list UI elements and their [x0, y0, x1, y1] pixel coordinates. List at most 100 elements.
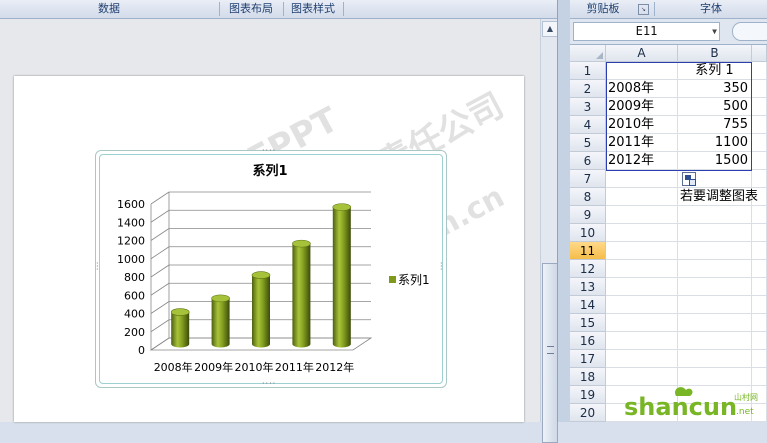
cell-a6[interactable]: 2012年	[606, 152, 678, 170]
formula-function-button[interactable]	[732, 22, 767, 41]
cell-b9[interactable]	[678, 206, 752, 224]
chevron-down-icon[interactable]: ▼	[712, 23, 717, 40]
cell-c13[interactable]	[752, 278, 767, 296]
cell-c10[interactable]	[752, 224, 767, 242]
cell-c17[interactable]	[752, 350, 767, 368]
gridline-depth	[150, 282, 170, 296]
cell-a7[interactable]	[606, 170, 678, 188]
row-header-9[interactable]: 9	[570, 206, 606, 224]
cell-a11[interactable]	[606, 242, 678, 260]
row-header-11[interactable]: 11	[570, 242, 606, 260]
cell-a10[interactable]	[606, 224, 678, 242]
row-header-5[interactable]: 5	[570, 134, 606, 152]
cell-b4[interactable]: 755	[678, 116, 752, 134]
ribbon-group-data[interactable]: 数据	[0, 0, 218, 18]
cell-b12[interactable]	[678, 260, 752, 278]
cell-b15[interactable]	[678, 314, 752, 332]
row-header-8[interactable]: 8	[570, 188, 606, 206]
cell-c2[interactable]	[752, 80, 767, 98]
row-header-6[interactable]: 6	[570, 152, 606, 170]
cell-b6[interactable]: 1500	[678, 152, 752, 170]
ribbon-group-clipboard[interactable]: 剪贴板	[572, 0, 634, 18]
row-header-10[interactable]: 10	[570, 224, 606, 242]
select-all-corner[interactable]	[570, 45, 606, 62]
cell-c4[interactable]	[752, 116, 767, 134]
column-header-a[interactable]: A	[606, 45, 678, 62]
cell-a2[interactable]: 2008年	[606, 80, 678, 98]
cell-b5[interactable]: 1100	[678, 134, 752, 152]
window-splitter[interactable]	[557, 0, 571, 422]
cell-b1[interactable]: 系列 1	[678, 62, 752, 80]
cell-c12[interactable]	[752, 260, 767, 278]
row-header-19[interactable]: 19	[570, 386, 606, 404]
cell-b14[interactable]	[678, 296, 752, 314]
cell-c16[interactable]	[752, 332, 767, 350]
cell-a14[interactable]	[606, 296, 678, 314]
row-header-18[interactable]: 18	[570, 368, 606, 386]
row-header-17[interactable]: 17	[570, 350, 606, 368]
cell-c14[interactable]	[752, 296, 767, 314]
document-vertical-scrollbar[interactable]: ▲	[540, 19, 558, 443]
cell-a15[interactable]	[606, 314, 678, 332]
row-header-1[interactable]: 1	[570, 62, 606, 80]
column-header-c[interactable]	[752, 45, 767, 62]
cell-a4[interactable]: 2010年	[606, 116, 678, 134]
cell-a5[interactable]: 2011年	[606, 134, 678, 152]
row-header-2[interactable]: 2	[570, 80, 606, 98]
ribbon-group-chart-styles[interactable]: 图表样式	[284, 0, 342, 18]
cell-c7[interactable]	[752, 170, 767, 188]
name-box[interactable]: E11 ▼	[573, 22, 720, 41]
ribbon-group-font[interactable]: 字体	[656, 0, 766, 18]
cell-b11[interactable]	[678, 242, 752, 260]
cell-a8[interactable]	[606, 188, 678, 206]
cell-c1[interactable]	[752, 62, 767, 80]
cell-a12[interactable]	[606, 260, 678, 278]
cell-c3[interactable]	[752, 98, 767, 116]
cell-b13[interactable]	[678, 278, 752, 296]
row-header-20[interactable]: 20	[570, 404, 606, 422]
cell-a1[interactable]	[606, 62, 678, 80]
cell-c15[interactable]	[752, 314, 767, 332]
spreadsheet-grid[interactable]: A B 1 系列 1 2 2008年 350 3 2009年 500 4 2010年 755 5 2011年…	[570, 45, 767, 422]
scroll-thumb[interactable]	[542, 263, 558, 443]
cell-c5[interactable]	[752, 134, 767, 152]
bar-2010年	[252, 275, 270, 348]
cell-a13[interactable]	[606, 278, 678, 296]
cell-b8[interactable]: 若要调整图表	[678, 188, 758, 206]
ribbon-group-chart-layout[interactable]: 图表布局	[220, 0, 282, 18]
row-header-4[interactable]: 4	[570, 116, 606, 134]
cell-b3[interactable]: 500	[678, 98, 752, 116]
cell-a9[interactable]	[606, 206, 678, 224]
dialog-launcher-icon[interactable]: ↘	[638, 4, 649, 15]
cell-b10[interactable]	[678, 224, 752, 242]
bar-2008年	[171, 312, 190, 348]
paste-options-icon[interactable]	[682, 172, 696, 186]
row-header-15[interactable]: 15	[570, 314, 606, 332]
bar-top-2011年	[292, 239, 311, 248]
row-header-7[interactable]: 7	[570, 170, 606, 188]
x-tick-label: 2010年	[235, 360, 274, 374]
cell-c6[interactable]	[752, 152, 767, 170]
row-header-3[interactable]: 3	[570, 98, 606, 116]
scroll-up-button[interactable]: ▲	[542, 21, 558, 37]
ribbon-separator	[343, 2, 344, 16]
formula-bar: E11 ▼	[570, 19, 767, 45]
cell-a3[interactable]: 2009年	[606, 98, 678, 116]
cell-b16[interactable]	[678, 332, 752, 350]
row-header-16[interactable]: 16	[570, 332, 606, 350]
gridline-depth	[150, 228, 170, 241]
gridline-depth	[150, 264, 170, 278]
cell-c11[interactable]	[752, 242, 767, 260]
cell-c9[interactable]	[752, 206, 767, 224]
row-header-14[interactable]: 14	[570, 296, 606, 314]
column-header-b[interactable]: B	[678, 45, 752, 62]
cell-b17[interactable]	[678, 350, 752, 368]
row-header-13[interactable]: 13	[570, 278, 606, 296]
cell-a16[interactable]	[606, 332, 678, 350]
row-header-12[interactable]: 12	[570, 260, 606, 278]
name-box-value: E11	[635, 24, 658, 38]
y-tick-label: 600	[124, 289, 145, 302]
cell-b2[interactable]: 350	[678, 80, 752, 98]
cell-c8[interactable]	[752, 188, 767, 206]
cell-a17[interactable]	[606, 350, 678, 368]
